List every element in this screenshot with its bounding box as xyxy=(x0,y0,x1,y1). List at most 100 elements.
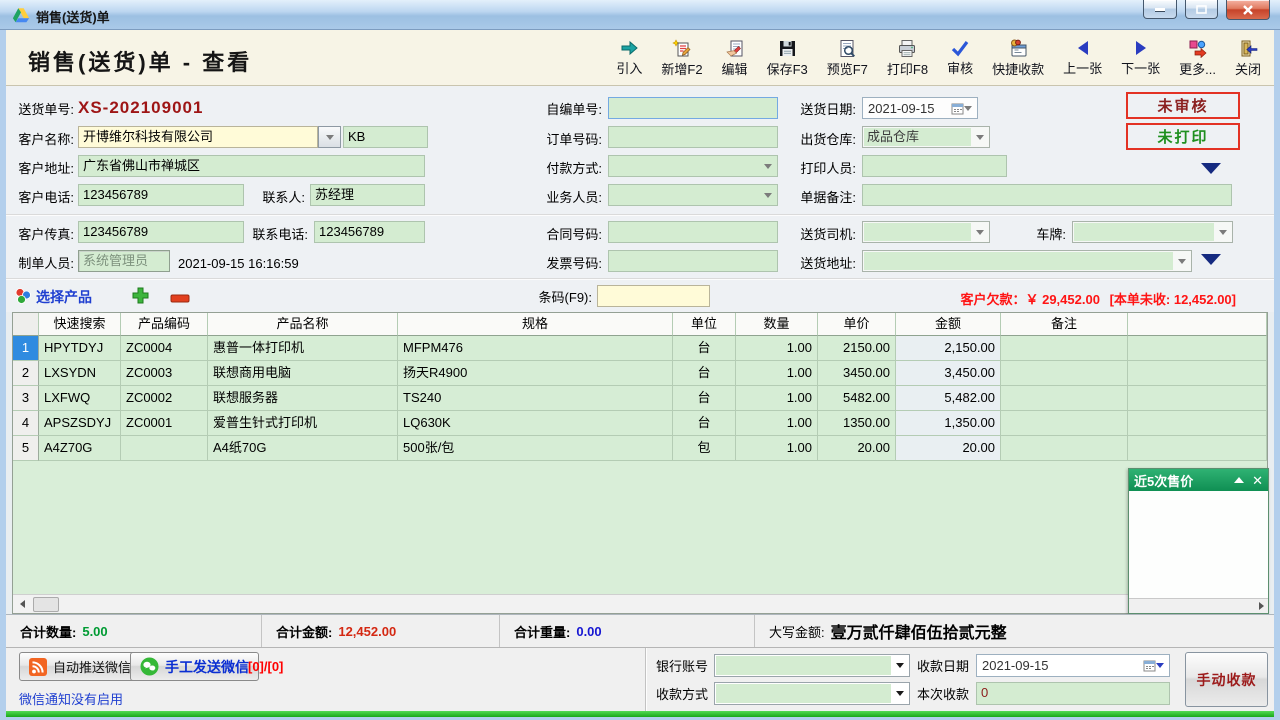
remove-row-button[interactable] xyxy=(170,291,190,306)
cell-product-name[interactable]: 惠普一体打印机 xyxy=(208,336,398,361)
scrollbar-thumb[interactable] xyxy=(33,597,59,612)
cell-product-code[interactable]: ZC0003 xyxy=(121,361,208,386)
cell-product-name[interactable]: 联想商用电脑 xyxy=(208,361,398,386)
bank-account-combo[interactable] xyxy=(714,654,910,677)
expand-more-icon[interactable] xyxy=(1201,163,1221,174)
cell-product-code[interactable]: ZC0002 xyxy=(121,386,208,411)
cell-price[interactable]: 5482.00 xyxy=(818,386,896,411)
import-button[interactable]: 引入 xyxy=(611,37,647,79)
received-amount-field[interactable]: 0 xyxy=(976,682,1170,705)
cell-quick-search[interactable]: APSZSDYJ xyxy=(39,411,121,436)
previous-button[interactable]: 上一张 xyxy=(1058,37,1107,79)
cell-unit[interactable]: 台 xyxy=(673,386,736,411)
cell-remark[interactable] xyxy=(1001,436,1128,461)
cell-price[interactable]: 3450.00 xyxy=(818,361,896,386)
save-button[interactable]: 保存F3 xyxy=(762,37,813,80)
cell-qty[interactable]: 1.00 xyxy=(736,336,818,361)
cell-qty[interactable]: 1.00 xyxy=(736,386,818,411)
close-form-button[interactable]: 关闭 xyxy=(1230,37,1266,80)
row-number-cell[interactable]: 5 xyxy=(13,436,39,461)
cell-amount[interactable]: 2,150.00 xyxy=(896,336,1001,361)
cell-product-code[interactable]: ZC0001 xyxy=(121,411,208,436)
custom-no-field[interactable] xyxy=(608,97,778,119)
minimize-button[interactable] xyxy=(1143,0,1177,19)
collapse-icon[interactable] xyxy=(1234,477,1244,483)
cell-spec[interactable]: 500张/包 xyxy=(398,436,673,461)
cell-spec[interactable]: LQ630K xyxy=(398,411,673,436)
cell-unit[interactable]: 台 xyxy=(673,411,736,436)
cell-remark[interactable] xyxy=(1001,361,1128,386)
audit-button[interactable]: 审核 xyxy=(942,37,978,79)
row-number-cell[interactable]: 4 xyxy=(13,411,39,436)
add-row-button[interactable] xyxy=(131,286,150,308)
more-button[interactable]: 更多... xyxy=(1174,37,1221,80)
doc-remark-field[interactable] xyxy=(862,184,1232,206)
cell-quick-search[interactable]: HPYTDYJ xyxy=(39,336,121,361)
cell-product-code[interactable]: ZC0004 xyxy=(121,336,208,361)
cell-unit[interactable]: 包 xyxy=(673,436,736,461)
auto-wechat-button[interactable]: 自动推送微信 xyxy=(19,652,141,681)
payment-method-combo[interactable] xyxy=(608,155,778,177)
cell-spec[interactable]: MFPM476 xyxy=(398,336,673,361)
cell-remark[interactable] xyxy=(1001,411,1128,436)
order-no-field[interactable] xyxy=(608,126,778,148)
cell-amount[interactable]: 1,350.00 xyxy=(896,411,1001,436)
cell-amount[interactable]: 3,450.00 xyxy=(896,361,1001,386)
preview-button[interactable]: 预览F7 xyxy=(822,37,873,80)
invoice-no-field[interactable] xyxy=(608,250,778,272)
new-button[interactable]: 新增F2 xyxy=(656,37,707,80)
cell-product-name[interactable]: 爱普生针式打印机 xyxy=(208,411,398,436)
cell-price[interactable]: 2150.00 xyxy=(818,336,896,361)
maximize-button[interactable] xyxy=(1185,0,1218,19)
title-bar[interactable]: 销售(送货)单 xyxy=(0,0,1280,30)
cell-quick-search[interactable]: LXFWQ xyxy=(39,386,121,411)
row-number-cell[interactable]: 2 xyxy=(13,361,39,386)
panel-close-icon[interactable]: ✕ xyxy=(1252,474,1263,487)
customer-code-field[interactable]: KB xyxy=(343,126,428,148)
cell-qty[interactable]: 1.00 xyxy=(736,411,818,436)
warehouse-combo[interactable]: 成品仓库 xyxy=(862,126,990,148)
customer-fax-field[interactable]: 123456789 xyxy=(78,221,244,243)
cell-amount[interactable]: 5,482.00 xyxy=(896,386,1001,411)
contract-no-field[interactable] xyxy=(608,221,778,243)
select-product-link[interactable]: 选择产品 xyxy=(36,287,92,307)
print-button[interactable]: 打印F8 xyxy=(882,37,933,80)
cell-qty[interactable]: 1.00 xyxy=(736,361,818,386)
customer-name-field[interactable]: 开博维尔科技有限公司 xyxy=(78,126,318,148)
print-person-field[interactable] xyxy=(862,155,1007,177)
scroll-left-button[interactable] xyxy=(14,597,31,612)
contact-phone-field[interactable]: 123456789 xyxy=(314,221,425,243)
cell-price[interactable]: 1350.00 xyxy=(818,411,896,436)
cell-qty[interactable]: 1.00 xyxy=(736,436,818,461)
close-button[interactable] xyxy=(1226,0,1270,20)
cell-spec[interactable]: TS240 xyxy=(398,386,673,411)
driver-combo[interactable] xyxy=(862,221,990,243)
customer-name-dropdown-button[interactable] xyxy=(318,126,341,148)
horizontal-scrollbar[interactable] xyxy=(13,594,1267,613)
delivery-date-picker[interactable]: 2021-09-15 xyxy=(862,97,978,119)
cell-spec[interactable]: 扬天R4900 xyxy=(398,361,673,386)
cell-product-name[interactable]: A4纸70G xyxy=(208,436,398,461)
row-number-cell[interactable]: 1 xyxy=(13,336,39,361)
cell-remark[interactable] xyxy=(1001,386,1128,411)
next-button[interactable]: 下一张 xyxy=(1116,37,1165,79)
customer-address-field[interactable]: 广东省佛山市禅城区 xyxy=(78,155,425,177)
row-number-cell[interactable]: 3 xyxy=(13,386,39,411)
barcode-field[interactable] xyxy=(597,285,710,307)
delivery-address-combo[interactable] xyxy=(862,250,1192,272)
plate-combo[interactable] xyxy=(1072,221,1233,243)
recent-price-panel-scrollbar[interactable] xyxy=(1129,598,1268,613)
cell-remark[interactable] xyxy=(1001,336,1128,361)
receive-method-combo[interactable] xyxy=(714,682,910,705)
quick-payment-button[interactable]: 快捷收款 xyxy=(987,37,1049,80)
expand-more-icon[interactable] xyxy=(1201,254,1221,265)
edit-button[interactable]: 编辑 xyxy=(717,37,753,80)
receive-date-picker[interactable]: 2021-09-15 xyxy=(976,654,1170,677)
cell-product-name[interactable]: 联想服务器 xyxy=(208,386,398,411)
contact-field[interactable]: 苏经理 xyxy=(310,184,425,206)
cell-unit[interactable]: 台 xyxy=(673,336,736,361)
cell-price[interactable]: 20.00 xyxy=(818,436,896,461)
salesman-combo[interactable] xyxy=(608,184,778,206)
cell-amount[interactable]: 20.00 xyxy=(896,436,1001,461)
cell-quick-search[interactable]: A4Z70G xyxy=(39,436,121,461)
